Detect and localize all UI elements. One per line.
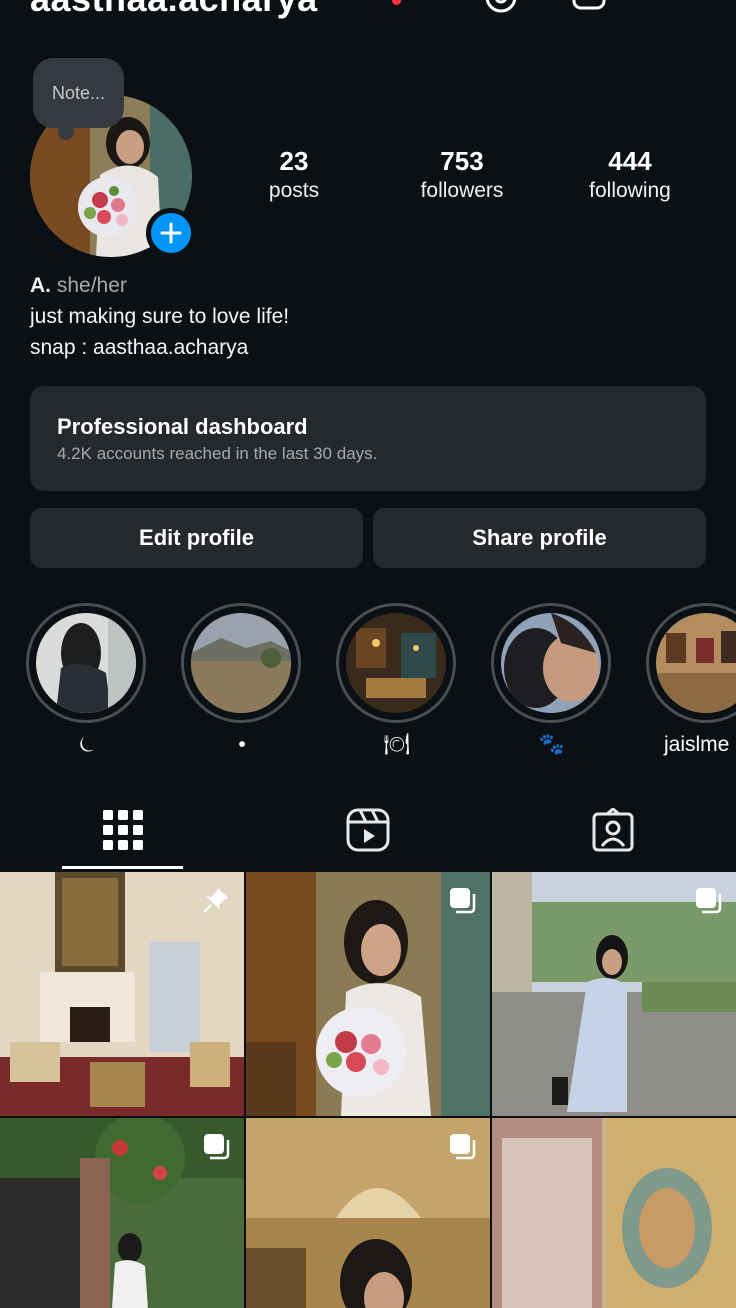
- highlight-label: •: [238, 733, 246, 756]
- dashboard-subtitle: 4.2K accounts reached in the last 30 day…: [57, 444, 378, 463]
- posts-label: posts: [268, 179, 320, 202]
- highlight-cover: [656, 613, 736, 713]
- followers-label: followers: [420, 179, 504, 202]
- add-post-icon[interactable]: [572, 0, 606, 16]
- dashboard-title: Professional dashboard: [57, 414, 308, 439]
- display-name: A.: [30, 274, 51, 297]
- highlight-ring: [181, 603, 301, 723]
- add-story-button[interactable]: [146, 208, 196, 258]
- highlight-item[interactable]: 🐾: [491, 603, 613, 759]
- post-thumbnail[interactable]: [0, 872, 244, 1116]
- highlight-ring: [26, 603, 146, 723]
- posts-count: 23: [279, 146, 309, 176]
- reels-icon[interactable]: [346, 808, 390, 852]
- highlight-ring: [646, 603, 736, 723]
- threads-icon[interactable]: [484, 0, 518, 16]
- highlight-cover: [191, 613, 291, 713]
- post-thumbnail[interactable]: [246, 872, 490, 1116]
- grid-icon[interactable]: [101, 808, 145, 852]
- tagged-icon[interactable]: [591, 808, 635, 852]
- stat-posts[interactable]: 23 posts: [224, 145, 364, 205]
- pronouns: she/her: [56, 274, 127, 297]
- highlight-label: jaislme: [664, 733, 730, 756]
- carousel-icon: [450, 1134, 476, 1160]
- following-label: following: [589, 179, 671, 202]
- note-bubble-tail: [58, 124, 74, 140]
- plus-icon: [160, 222, 182, 244]
- highlight-label: 🐾: [538, 733, 566, 756]
- profile-username[interactable]: aasthaa.acharya: [30, 0, 318, 20]
- carousel-icon: [450, 888, 476, 914]
- profile-tabs: [0, 790, 736, 870]
- highlight-ring: [491, 603, 611, 723]
- bio-line-2: snap : aasthaa.acharya: [30, 336, 249, 359]
- menu-icon[interactable]: [664, 0, 704, 16]
- highlight-item[interactable]: ⏾: [26, 603, 148, 759]
- profile-bio: A. she/her just making sure to love life…: [30, 270, 289, 363]
- top-bar: aasthaa.acharya: [0, 0, 736, 30]
- followers-count: 753: [440, 146, 484, 176]
- highlight-item[interactable]: 🍽: [336, 603, 458, 759]
- professional-dashboard[interactable]: Professional dashboard 4.2K accounts rea…: [30, 386, 706, 491]
- highlight-item[interactable]: •: [181, 603, 303, 759]
- highlight-ring: [336, 603, 456, 723]
- note-placeholder: Note...: [51, 82, 106, 103]
- edit-profile-button[interactable]: Edit profile: [30, 508, 363, 568]
- post-thumbnail[interactable]: [0, 1118, 244, 1308]
- notification-dot: [392, 0, 401, 5]
- following-count: 444: [608, 146, 652, 176]
- share-profile-button[interactable]: Share profile: [373, 508, 706, 568]
- note-bubble[interactable]: Note...: [33, 58, 124, 128]
- highlight-label: ⏾: [78, 733, 96, 756]
- highlight-cover: [36, 613, 136, 713]
- highlight-label: 🍽: [383, 733, 411, 756]
- post-thumbnail[interactable]: [492, 872, 736, 1116]
- post-thumbnail[interactable]: [246, 1118, 490, 1308]
- bio-line-1: just making sure to love life!: [30, 305, 290, 328]
- carousel-icon: [204, 1134, 230, 1160]
- post-thumbnail[interactable]: [492, 1118, 736, 1308]
- highlight-item[interactable]: jaislme: [646, 603, 736, 759]
- carousel-icon: [696, 888, 722, 914]
- bio-name-line: A. she/her: [30, 270, 289, 301]
- stat-followers[interactable]: 753 followers: [392, 145, 532, 205]
- stat-following[interactable]: 444 following: [560, 145, 700, 205]
- highlight-cover: [501, 613, 601, 713]
- pin-icon: [203, 888, 228, 913]
- active-tab-indicator: [62, 866, 183, 869]
- highlight-cover: [346, 613, 446, 713]
